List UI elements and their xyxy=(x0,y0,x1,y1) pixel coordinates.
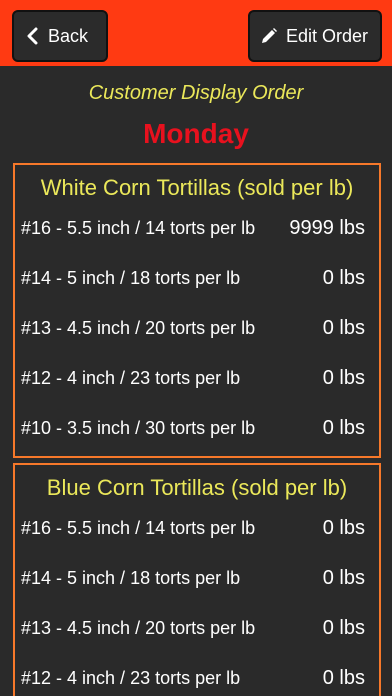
item-name: #13 - 4.5 inch / 20 torts per lb xyxy=(21,617,256,638)
item-quantity: 0 lbs xyxy=(322,266,365,289)
item-name: #12 - 4 inch / 23 torts per lb xyxy=(21,667,241,688)
item-name: #13 - 4.5 inch / 20 torts per lb xyxy=(21,317,256,338)
item-name: #14 - 5 inch / 18 torts per lb xyxy=(21,267,241,288)
list-item[interactable]: #16 - 5.5 inch / 14 torts per lb 0 lbs xyxy=(15,503,379,553)
back-button-label: Back xyxy=(48,25,89,46)
page-subtitle: Customer Display Order xyxy=(88,82,304,104)
section-white-corn: White Corn Tortillas (sold per lb) #16 -… xyxy=(13,163,381,458)
pencil-icon xyxy=(260,27,278,45)
list-item[interactable]: #16 - 5.5 inch / 14 torts per lb 9999 lb… xyxy=(15,203,379,253)
section-title: Blue Corn Tortillas (sold per lb) xyxy=(46,475,348,500)
edit-order-button[interactable]: Edit Order xyxy=(248,10,382,62)
list-item[interactable]: #12 - 4 inch / 23 torts per lb 0 lbs xyxy=(15,353,379,403)
list-item[interactable]: #13 - 4.5 inch / 20 torts per lb 0 lbs xyxy=(15,303,379,353)
item-name: #16 - 5.5 inch / 14 torts per lb xyxy=(21,517,256,538)
item-name: #16 - 5.5 inch / 14 torts per lb xyxy=(21,217,256,238)
section-blue-corn: Blue Corn Tortillas (sold per lb) #16 - … xyxy=(13,463,381,696)
item-name: #10 - 3.5 inch / 30 torts per lb xyxy=(21,417,256,438)
list-item[interactable]: #10 - 3.5 inch / 30 torts per lb 0 lbs xyxy=(15,403,379,453)
list-item[interactable]: #14 - 5 inch / 18 torts per lb 0 lbs xyxy=(15,253,379,303)
item-quantity: 0 lbs xyxy=(322,316,365,339)
item-quantity: 0 lbs xyxy=(322,516,365,539)
item-quantity: 0 lbs xyxy=(322,616,365,639)
item-quantity: 0 lbs xyxy=(322,416,365,439)
item-quantity: 0 lbs xyxy=(322,666,365,689)
chevron-left-icon xyxy=(26,27,40,45)
page-title-day: Monday xyxy=(143,118,249,149)
order-screen: Back Edit Order Customer Display Order M… xyxy=(0,0,392,696)
list-item[interactable]: #13 - 4.5 inch / 20 torts per lb 0 lbs xyxy=(15,603,379,653)
item-quantity: 0 lbs xyxy=(322,366,365,389)
back-button[interactable]: Back xyxy=(12,10,108,62)
list-item[interactable]: #12 - 4 inch / 23 torts per lb 0 lbs xyxy=(15,653,379,696)
item-name: #12 - 4 inch / 23 torts per lb xyxy=(21,367,241,388)
section-title: White Corn Tortillas (sold per lb) xyxy=(40,175,354,200)
item-name: #14 - 5 inch / 18 torts per lb xyxy=(21,567,241,588)
item-quantity: 9999 lbs xyxy=(289,216,365,239)
edit-order-button-label: Edit Order xyxy=(286,25,369,46)
item-quantity: 0 lbs xyxy=(322,566,365,589)
top-bar: Back Edit Order xyxy=(0,0,392,66)
list-item[interactable]: #14 - 5 inch / 18 torts per lb 0 lbs xyxy=(15,553,379,603)
